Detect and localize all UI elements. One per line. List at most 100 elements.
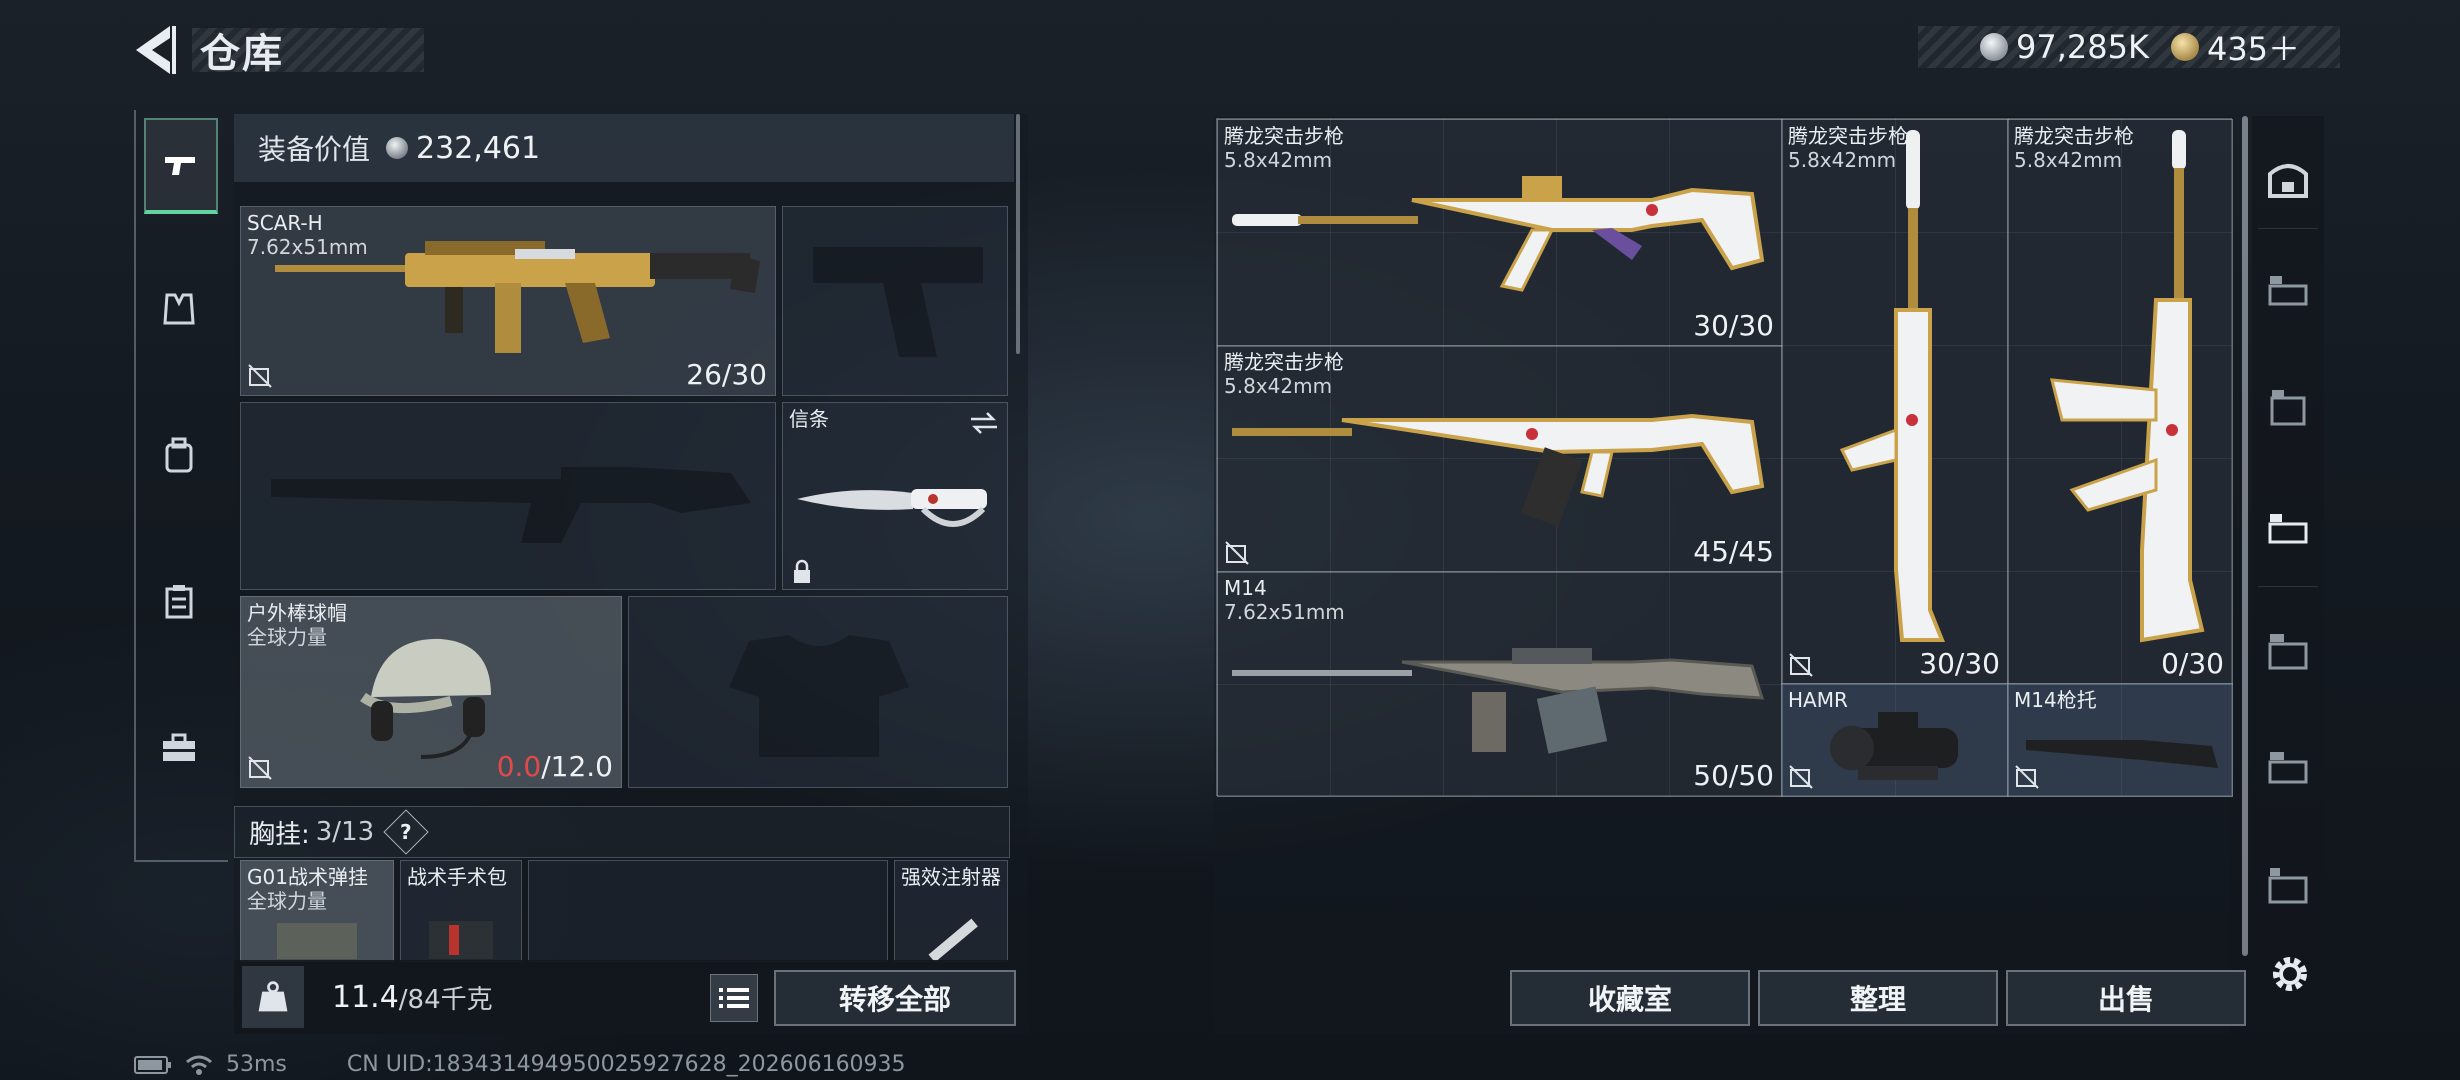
- nav-item-clipboard[interactable]: [144, 556, 214, 646]
- storage-item-rifle[interactable]: 腾龙突击步枪 5.8x42mm 30/30: [1217, 119, 1783, 347]
- top-bar: 仓库: [130, 22, 424, 78]
- rifle-placeholder-icon: [271, 467, 751, 543]
- swap-icon[interactable]: [969, 411, 999, 435]
- clipboard-icon: [165, 585, 193, 619]
- title-plate: 仓库: [192, 28, 424, 77]
- surgery-kit-icon: [429, 921, 493, 959]
- tenglong-rifle-vertical-icon: [1839, 130, 1945, 642]
- storage-item-stock[interactable]: M14枪托: [2007, 683, 2233, 797]
- item-ammo: 45/45: [1693, 535, 1774, 568]
- rig-item-brand: 全球力量: [247, 889, 327, 913]
- item-ammo: 30/30: [1919, 647, 2000, 680]
- transfer-all-button[interactable]: 转移全部: [774, 970, 1016, 1026]
- knife-icon: [797, 489, 987, 527]
- tenglong-rifle-icon: [1232, 176, 1765, 292]
- currency-bar: 97,285K 435＋: [1918, 26, 2340, 68]
- nav-item-vest[interactable]: [144, 264, 214, 354]
- battery-icon: [134, 1055, 171, 1074]
- nav-item-backpack[interactable]: [144, 410, 214, 500]
- no-insurance-icon: [1789, 653, 1813, 677]
- rig-item-name: G01战术弹挂: [247, 865, 368, 889]
- storage-tab-4b[interactable]: [2260, 742, 2316, 798]
- storage-level-5-icon: [2268, 868, 2308, 904]
- storage-tab-all[interactable]: [2260, 152, 2316, 208]
- melee-slot[interactable]: 信条: [782, 402, 1008, 590]
- storage-item-rifle[interactable]: 腾龙突击步枪 5.8x42mm 45/45: [1217, 345, 1783, 573]
- storage-item-rifle-vertical[interactable]: 腾龙突击步枪 5.8x42mm 30/30: [1781, 119, 2009, 685]
- pistol-icon: [165, 157, 195, 175]
- equipment-value-header: 装备价值 232,461: [234, 114, 1014, 182]
- storage-item-rifle[interactable]: M14 7.62x51mm 50/50: [1217, 571, 1783, 797]
- armor-placeholder-icon: [729, 635, 909, 757]
- divider: [2258, 586, 2318, 587]
- organize-button[interactable]: 整理: [1758, 970, 1998, 1026]
- nav-item-toolbox[interactable]: [144, 702, 214, 792]
- storage-tab-5[interactable]: [2260, 858, 2316, 914]
- pistol-slot[interactable]: [782, 206, 1008, 396]
- chest-rig-icon: [277, 923, 357, 959]
- rig-item-injector[interactable]: 强效注射器: [894, 860, 1008, 962]
- equipment-category-nav: [134, 110, 228, 862]
- helmet-brand: 全球力量: [247, 625, 327, 649]
- item-caliber: 7.62x51mm: [1224, 600, 1345, 624]
- uid-text: CN UID:18343149495002592762​8_2026061609…: [346, 1052, 906, 1077]
- storage-level-4-icon: [2268, 752, 2308, 784]
- gold-currency-amount[interactable]: 435＋: [2207, 24, 2300, 70]
- rig-item-name: 强效注射器: [901, 865, 1001, 889]
- page-title: 仓库: [200, 31, 284, 77]
- sell-button[interactable]: 出售: [2006, 970, 2246, 1026]
- helmet-durability-current: 0.0: [496, 750, 542, 783]
- storage-item-scope[interactable]: HAMR: [1781, 683, 2009, 797]
- storage-level-3-icon: [2270, 390, 2306, 426]
- storage-scrollbar[interactable]: [2242, 116, 2248, 956]
- storage-item-rifle-vertical[interactable]: 腾龙突击步枪 5.8x42mm 0/30: [2007, 119, 2233, 685]
- item-name: M14: [1224, 576, 1267, 600]
- storage-level-3-icon: [2268, 276, 2308, 306]
- item-ammo: 30/30: [1693, 309, 1774, 342]
- storage-category-nav: [2252, 116, 2324, 956]
- equipment-value-label: 装备价值: [258, 133, 371, 166]
- nav-item-weapons[interactable]: [144, 118, 218, 214]
- item-name: M14枪托: [2014, 688, 2097, 712]
- back-arrow-icon: [136, 26, 176, 74]
- item-name: 腾龙突击步枪: [1224, 350, 1344, 374]
- item-name: 腾龙突击步枪: [1224, 124, 1344, 148]
- back-button[interactable]: [130, 22, 178, 78]
- item-ammo: 0/30: [2161, 647, 2224, 680]
- no-insurance-icon: [2015, 765, 2039, 789]
- primary-weapon-slot[interactable]: SCAR-H 7.62x51mm 26/30: [240, 206, 776, 396]
- helmet-slot[interactable]: 户外棒球帽 全球力量 0.0/12.0: [240, 596, 622, 788]
- weight-total: /84千克: [398, 984, 493, 1015]
- body-armor-slot[interactable]: [628, 596, 1008, 788]
- storage-tab-3[interactable]: [2260, 264, 2316, 320]
- vault-icon: [2268, 164, 2308, 198]
- rig-item-chest-rig[interactable]: G01战术弹挂 全球力量: [240, 860, 394, 962]
- status-footer: 53ms CN UID:18343149495002592762​8_20260…: [134, 1052, 906, 1077]
- help-button[interactable]: ?: [383, 809, 429, 855]
- settings-gear-icon[interactable]: [2268, 952, 2312, 996]
- helmet-name: 户外棒球帽: [247, 601, 347, 625]
- storage-tab-3b[interactable]: [2260, 380, 2316, 436]
- hamr-scope-icon: [1830, 712, 1958, 780]
- rig-item-surgery-kit[interactable]: 战术手术包: [400, 860, 522, 962]
- ping-text: 53ms: [226, 1052, 287, 1077]
- storage-tab-3c[interactable]: [2260, 502, 2316, 558]
- m14-rifle-icon: [1232, 648, 1765, 754]
- equipment-scrollbar[interactable]: [1016, 114, 1020, 354]
- list-view-button[interactable]: [710, 974, 758, 1022]
- silver-coin-icon: [1980, 33, 2008, 61]
- no-insurance-icon: [1789, 765, 1813, 789]
- secondary-weapon-slot[interactable]: [240, 402, 776, 590]
- helmet-durability-max: /12.0: [541, 750, 613, 783]
- rig-empty-slots[interactable]: [528, 860, 888, 962]
- storage-tab-4[interactable]: [2260, 624, 2316, 680]
- pistol-placeholder-icon: [813, 247, 983, 357]
- chest-rig-capacity: 3/13: [315, 817, 375, 847]
- wifi-icon: [186, 1055, 212, 1075]
- melee-slot-label: 信条: [789, 407, 829, 431]
- collection-room-button[interactable]: 收藏室: [1510, 970, 1750, 1026]
- silver-currency-amount: 97,285K: [2016, 28, 2149, 66]
- weight-bar: 11.4 /84千克 转移全部: [234, 960, 1030, 1034]
- storage-level-3-icon: [2268, 514, 2308, 544]
- list-icon: [719, 988, 749, 1008]
